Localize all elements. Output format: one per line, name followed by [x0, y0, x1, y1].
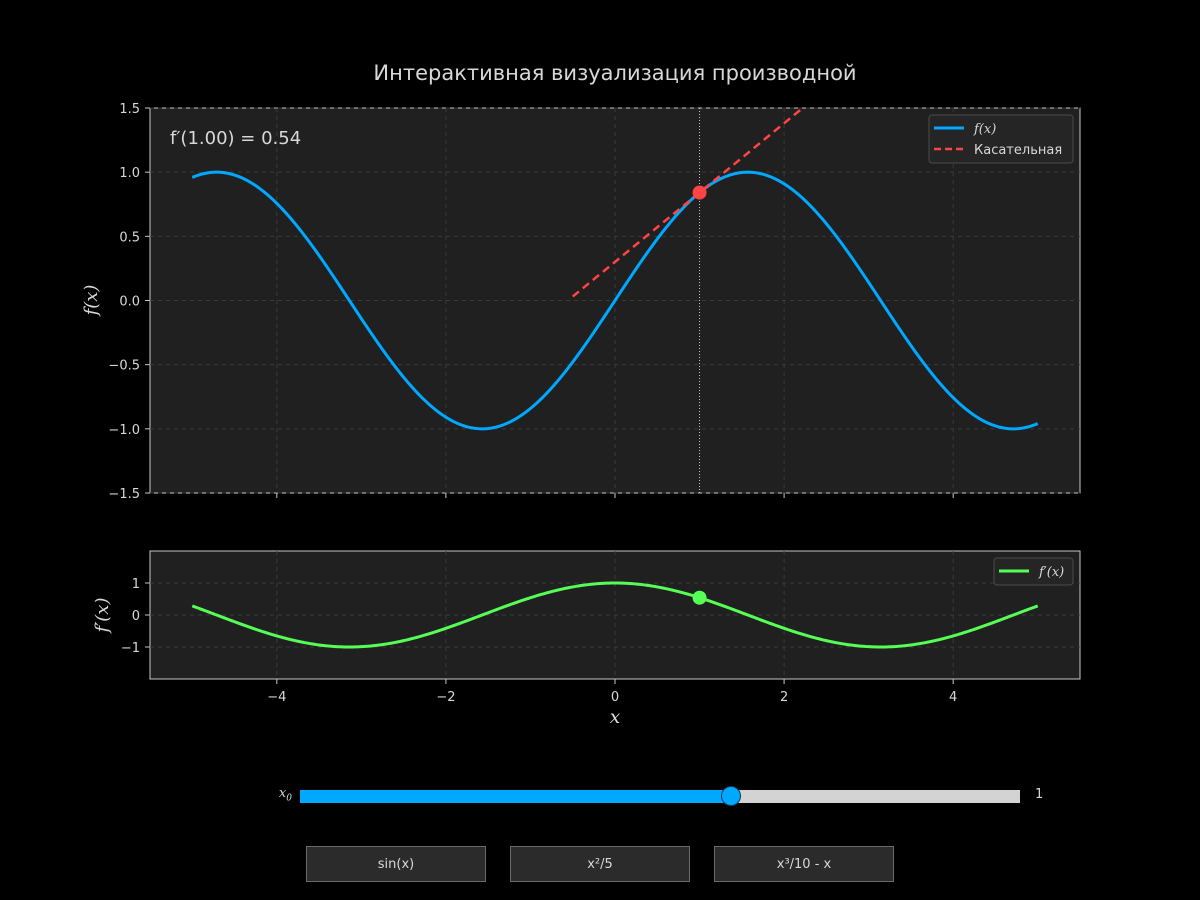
derivative-plot-x-ticks: −4 −2 0 2 4 — [267, 679, 957, 705]
derivative-plot: 1 0 −1 −4 −2 0 2 4 f′(x) x f′(x) — [92, 550, 1081, 728]
x0-slider-label: x0 — [262, 786, 292, 804]
function-plot-x-ticks — [276, 493, 954, 498]
x0-slider-fill — [300, 790, 732, 803]
sin-function-button[interactable]: sin(x) — [306, 846, 486, 882]
x-axis-label: x — [610, 706, 621, 728]
function-plot-y-tick-label: −1.5 — [108, 487, 140, 502]
x0-slider-handle[interactable] — [721, 786, 741, 806]
function-plot-y-label: f(x) — [81, 285, 102, 318]
derivative-plot-y-tick-label: 1 — [132, 577, 140, 592]
legend-label-derivative: f′(x) — [1038, 565, 1064, 580]
function-plot-y-tick-label: −1.0 — [108, 423, 140, 438]
derivative-point-marker — [692, 590, 707, 605]
function-plot-y-ticks: 1.5 1.0 0.5 0.0 −0.5 −1.0 −1.5 — [108, 102, 150, 502]
legend-label-function: f(x) — [973, 122, 996, 137]
derivative-plot-y-tick-label: −1 — [121, 641, 140, 656]
function-plot-y-tick-label: 0.5 — [119, 230, 140, 245]
quadratic-function-button[interactable]: x²/5 — [510, 846, 690, 882]
derivative-plot-x-tick-label: 4 — [949, 690, 957, 705]
x0-slider-label-sub: 0 — [286, 793, 292, 804]
derivative-legend: f′(x) — [993, 557, 1074, 586]
x0-slider-value: 1 — [1035, 787, 1044, 802]
derivative-plot-y-label: f′(x) — [92, 598, 113, 635]
function-legend: f(x) Касательная — [928, 114, 1074, 164]
derivative-plot-y-ticks: 1 0 −1 — [121, 577, 150, 656]
chart-title: Интерактивная визуализация производной — [373, 61, 856, 85]
legend-label-tangent: Касательная — [974, 143, 1062, 158]
derivative-plot-y-tick-label: 0 — [132, 609, 140, 624]
tangent-point-marker — [692, 185, 707, 200]
derivative-plot-x-tick-label: 2 — [780, 690, 788, 705]
derivative-plot-x-tick-label: −4 — [267, 690, 286, 705]
derivative-plot-x-tick-label: −2 — [436, 690, 455, 705]
cubic-function-button[interactable]: x³/10 - x — [714, 846, 894, 882]
function-plot-y-tick-label: 1.0 — [119, 166, 140, 181]
function-plot-y-tick-label: −0.5 — [108, 359, 140, 374]
derivative-plot-x-tick-label: 0 — [611, 690, 619, 705]
derivative-annotation: f′(1.00) = 0.54 — [170, 128, 301, 149]
x0-slider[interactable] — [300, 786, 1020, 806]
figure: Интерактивная визуализация производной 1… — [81, 61, 1081, 728]
function-plot-y-tick-label: 1.5 — [119, 102, 140, 117]
function-plot-y-tick-label: 0.0 — [119, 295, 140, 310]
function-plot: 1.5 1.0 0.5 0.0 −0.5 −1.0 −1.5 f′(1.00) = 0.54… — [81, 102, 1081, 502]
